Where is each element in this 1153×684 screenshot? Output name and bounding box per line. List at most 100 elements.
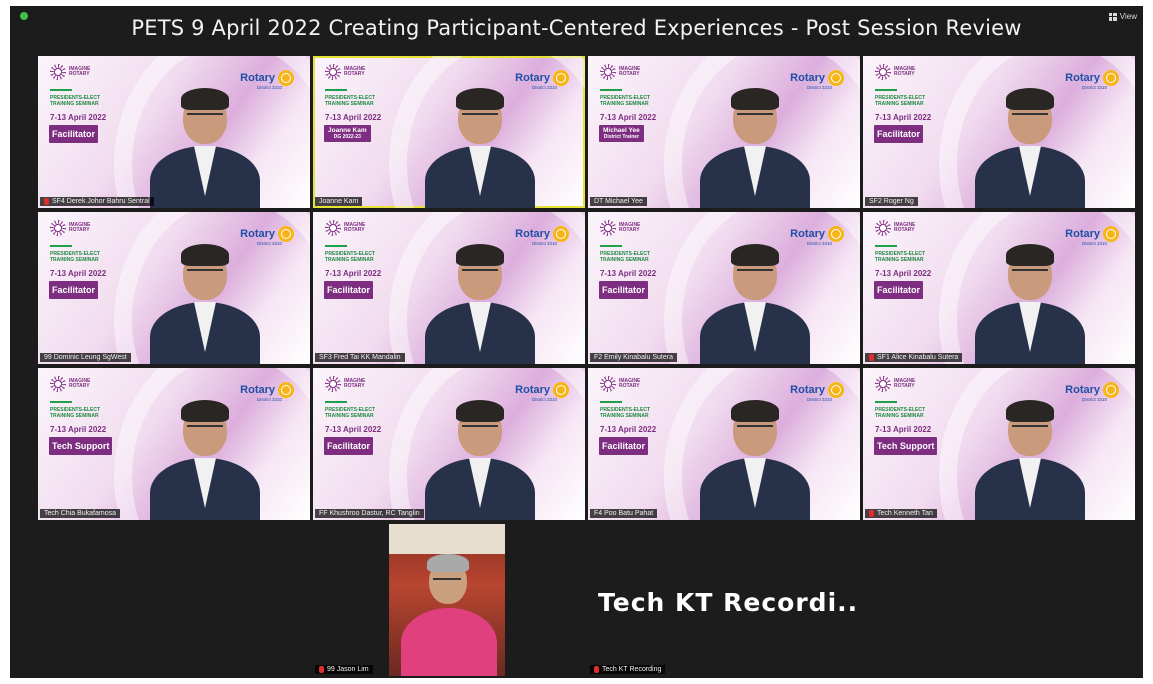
green-divider xyxy=(875,245,897,247)
sunburst-icon xyxy=(600,376,616,392)
video-tile[interactable]: 99 Jason Lim xyxy=(313,524,585,676)
participant-name-tag: SF2 Roger Ng xyxy=(865,197,918,206)
sunburst-icon xyxy=(325,64,341,80)
video-tile[interactable]: IMAGINE ROTARY PRESIDENTS-ELECT TRAINING SE… xyxy=(863,212,1135,364)
rotary-wheel-icon xyxy=(278,382,294,398)
participant-name-tag: SF1 Alice Kinabalu Sutera xyxy=(865,353,963,362)
participant-video xyxy=(975,84,1095,208)
seminar-dates: 7-13 April 2022 xyxy=(600,269,657,278)
role-badge: Joanne Kam DG 2022-23 xyxy=(324,125,371,142)
sunburst-icon xyxy=(875,64,891,80)
video-tile[interactable]: IMAGINE ROTARY PRESIDENTS-ELECT TRAINING SE… xyxy=(313,56,585,208)
seminar-dates: 7-13 April 2022 xyxy=(325,425,382,434)
seminar-dates: 7-13 April 2022 xyxy=(50,113,107,122)
rotary-wheel-icon xyxy=(828,226,844,242)
sunburst-icon xyxy=(875,220,891,236)
pets-label: PRESIDENTS-ELECT TRAINING SEMINAR xyxy=(600,251,651,263)
video-tile[interactable]: IMAGINE ROTARY PRESIDENTS-ELECT TRAINING SE… xyxy=(588,212,860,364)
pets-label: PRESIDENTS-ELECT TRAINING SEMINAR xyxy=(875,251,926,263)
pets-label: PRESIDENTS-ELECT TRAINING SEMINAR xyxy=(325,95,376,107)
rotary-wheel-icon xyxy=(1103,226,1119,242)
participant-video xyxy=(150,84,270,208)
video-tile[interactable]: IMAGINE ROTARY PRESIDENTS-ELECT TRAINING SE… xyxy=(38,212,310,364)
participant-name-tag: SF3 Fred Tai KK Mandalin xyxy=(315,353,405,362)
participant-video xyxy=(425,84,545,208)
view-button[interactable]: View xyxy=(1108,12,1137,21)
green-divider xyxy=(325,401,347,403)
imagine-rotary-logo: IMAGINE ROTARY xyxy=(325,220,370,236)
participant-name-tag: SF4 Derek Johor Bahru Sentral xyxy=(40,197,154,206)
imagine-rotary-logo: IMAGINE ROTARY xyxy=(50,64,95,80)
video-tile[interactable]: IMAGINE ROTARY PRESIDENTS-ELECT TRAINING SE… xyxy=(588,368,860,520)
participant-name-tag: F4 Poo Batu Pahat xyxy=(590,509,658,518)
seminar-dates: 7-13 April 2022 xyxy=(50,425,107,434)
seminar-dates: 7-13 April 2022 xyxy=(875,113,932,122)
imagine-rotary-logo: IMAGINE ROTARY xyxy=(875,376,920,392)
role-badge: Facilitator xyxy=(49,281,99,299)
view-label: View xyxy=(1119,12,1137,21)
seminar-dates: 7-13 April 2022 xyxy=(875,269,932,278)
imagine-rotary-logo: IMAGINE ROTARY xyxy=(325,376,370,392)
camera-off-name: Tech KT Recordi... xyxy=(598,588,860,617)
pets-label: PRESIDENTS-ELECT TRAINING SEMINAR xyxy=(50,95,101,107)
video-tile[interactable]: IMAGINE ROTARY PRESIDENTS-ELECT TRAINING SE… xyxy=(588,56,860,208)
pets-label: PRESIDENTS-ELECT TRAINING SEMINAR xyxy=(325,407,376,419)
pets-label: PRESIDENTS-ELECT TRAINING SEMINAR xyxy=(50,251,101,263)
video-tile[interactable]: IMAGINE ROTARY PRESIDENTS-ELECT TRAINING SE… xyxy=(313,368,585,520)
sunburst-icon xyxy=(325,376,341,392)
role-badge: Facilitator xyxy=(599,281,649,299)
muted-mic-icon xyxy=(319,666,324,673)
rotary-wheel-icon xyxy=(1103,382,1119,398)
rotary-wheel-icon xyxy=(553,382,569,398)
imagine-rotary-logo: IMAGINE ROTARY xyxy=(50,220,95,236)
role-badge: Facilitator xyxy=(874,281,924,299)
video-tile[interactable]: IMAGINE ROTARY PRESIDENTS-ELECT TRAINING SE… xyxy=(863,56,1135,208)
imagine-rotary-logo: IMAGINE ROTARY xyxy=(600,220,645,236)
seminar-dates: 7-13 April 2022 xyxy=(600,425,657,434)
sunburst-icon xyxy=(50,64,66,80)
rotary-wheel-icon xyxy=(278,70,294,86)
role-badge: Facilitator xyxy=(324,437,374,455)
participant-name-tag: Tech Chia Bukafamosa xyxy=(40,509,120,518)
participant-name-tag: 99 Jason Lim xyxy=(315,665,373,674)
participant-name-tag: Joanne Kam xyxy=(315,197,363,206)
rotary-wheel-icon xyxy=(828,382,844,398)
sunburst-icon xyxy=(600,220,616,236)
pets-label: PRESIDENTS-ELECT TRAINING SEMINAR xyxy=(325,251,376,263)
participant-name-tag: Tech KT Recording xyxy=(590,665,666,674)
rotary-wheel-icon xyxy=(278,226,294,242)
participant-name-tag: FF Khushroo Dastur, RC Tanglin xyxy=(315,509,424,518)
green-divider xyxy=(875,89,897,91)
green-divider xyxy=(325,245,347,247)
participant-video xyxy=(700,84,820,208)
video-tile[interactable]: IMAGINE ROTARY PRESIDENTS-ELECT TRAINING SE… xyxy=(38,56,310,208)
imagine-rotary-logo: IMAGINE ROTARY xyxy=(325,64,370,80)
role-badge: Facilitator xyxy=(874,125,924,143)
participant-video xyxy=(425,396,545,520)
pets-label: PRESIDENTS-ELECT TRAINING SEMINAR xyxy=(600,95,651,107)
role-badge: Tech Support xyxy=(874,437,938,455)
rotary-wheel-icon xyxy=(828,70,844,86)
video-tile[interactable]: IMAGINE ROTARY PRESIDENTS-ELECT TRAINING SE… xyxy=(38,368,310,520)
muted-mic-icon xyxy=(869,510,874,517)
participant-name-tag: Tech Kenneth Tan xyxy=(865,509,937,518)
seminar-dates: 7-13 April 2022 xyxy=(600,113,657,122)
sunburst-icon xyxy=(50,376,66,392)
video-tile[interactable]: IMAGINE ROTARY PRESIDENTS-ELECT TRAINING SE… xyxy=(313,212,585,364)
imagine-rotary-logo: IMAGINE ROTARY xyxy=(50,376,95,392)
green-divider xyxy=(50,245,72,247)
rotary-wheel-icon xyxy=(553,226,569,242)
participant-video xyxy=(389,524,505,676)
grid-view-icon xyxy=(1108,12,1117,21)
participant-name-tag: DT Michael Yee xyxy=(590,197,647,206)
video-tile[interactable]: IMAGINE ROTARY PRESIDENTS-ELECT TRAINING SE… xyxy=(863,368,1135,520)
pets-label: PRESIDENTS-ELECT TRAINING SEMINAR xyxy=(875,407,926,419)
sunburst-icon xyxy=(600,64,616,80)
video-tile[interactable]: Tech KT Recordi... Tech KT Recording xyxy=(588,524,860,676)
green-divider xyxy=(875,401,897,403)
participant-video xyxy=(150,396,270,520)
rotary-wheel-icon xyxy=(553,70,569,86)
pets-label: PRESIDENTS-ELECT TRAINING SEMINAR xyxy=(50,407,101,419)
green-divider xyxy=(600,401,622,403)
participant-video xyxy=(150,240,270,364)
